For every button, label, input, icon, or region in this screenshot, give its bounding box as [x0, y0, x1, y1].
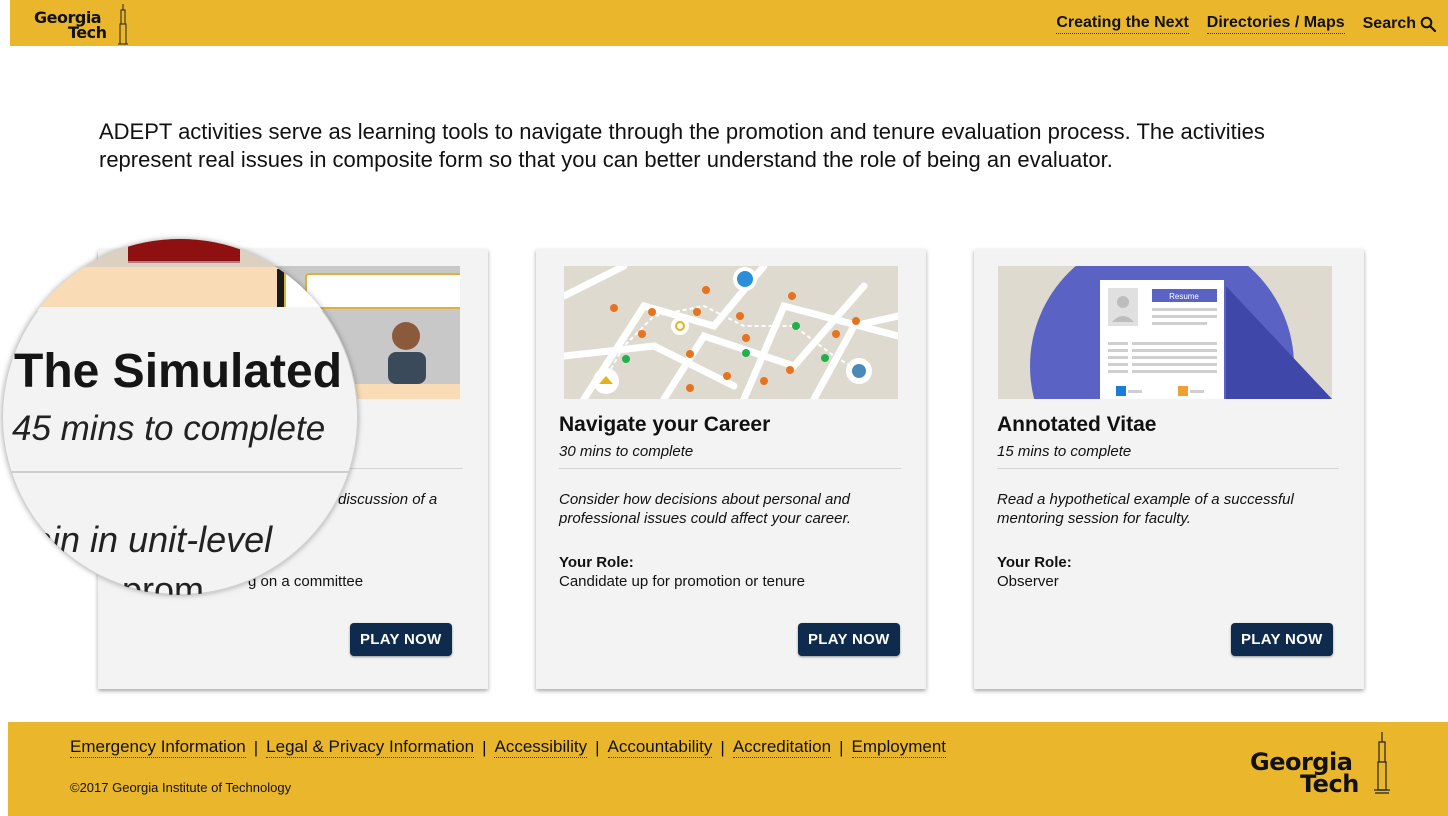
play-now-button-vitae[interactable]: PLAY NOW	[1231, 623, 1333, 656]
georgia-tech-logo[interactable]: Georgia Tech	[32, 4, 142, 46]
footer-georgia-tech-logo[interactable]: Georgia Tech	[1248, 732, 1398, 806]
magnified-card-time: 45 mins to complete	[12, 409, 326, 448]
footer-link-legal-privacy[interactable]: Legal & Privacy Information	[266, 737, 475, 758]
play-now-button-simulated[interactable]: PLAY NOW	[350, 623, 452, 656]
card-title-vitae: Annotated Vitae	[997, 413, 1157, 436]
card-image-navigate	[564, 266, 898, 399]
magnifier-lens: The Simulated 45 mins to complete ain in…	[2, 239, 358, 595]
career-map-illustration	[564, 266, 898, 399]
header-nav: Creating the Next Directories / Maps Sea…	[1056, 13, 1436, 34]
footer-link-employment[interactable]: Employment	[851, 737, 946, 758]
magnified-card-title: The Simulated	[14, 345, 343, 398]
card-description-navigate: Consider how decisions about personal an…	[559, 491, 852, 527]
footer-link-accessibility[interactable]: Accessibility	[494, 737, 588, 758]
footer-separator: |	[720, 737, 725, 757]
search-button[interactable]: Search	[1363, 15, 1436, 33]
footer-separator: |	[595, 737, 600, 757]
nav-creating-the-next[interactable]: Creating the Next	[1056, 13, 1189, 34]
activity-card-navigate-career: Navigate your Career 30 mins to complete…	[536, 249, 926, 689]
card-divider	[997, 468, 1339, 469]
tech-tower-icon	[118, 4, 128, 45]
footer-separator: |	[839, 737, 844, 757]
footer-links: Emergency Information | Legal & Privacy …	[70, 737, 946, 758]
card-time-navigate: 30 mins to complete	[559, 443, 694, 460]
role-value-navigate: Candidate up for promotion or tenure	[559, 573, 805, 590]
card-description-vitae: Read a hypothetical example of a success…	[997, 491, 1294, 527]
intro-text: ADEPT activities serve as learning tools…	[99, 119, 1265, 172]
logo-line2: Tech	[68, 23, 107, 42]
role-label: Your Role:	[997, 554, 1072, 571]
search-icon	[1420, 16, 1436, 32]
search-label: Search	[1362, 14, 1416, 32]
footer-tech-tower-icon	[1374, 732, 1390, 794]
card-divider	[559, 468, 901, 469]
copyright-text: ©2017 Georgia Institute of Technology	[70, 780, 292, 795]
card-description-fragment: discussion of a	[338, 491, 438, 508]
site-header: Georgia Tech Creating the Next Directori…	[10, 0, 1448, 46]
footer-separator: |	[253, 737, 259, 757]
footer-link-accreditation[interactable]: Accreditation	[732, 737, 832, 758]
site-footer: Emergency Information | Legal & Privacy …	[8, 722, 1448, 816]
footer-separator: |	[482, 737, 487, 757]
resume-illustration: Resume	[998, 266, 1332, 399]
card-time-vitae: 15 mins to complete	[997, 443, 1132, 460]
resume-label: Resume	[1169, 292, 1199, 301]
card-image-vitae: Resume	[998, 266, 1332, 399]
magnified-divider	[2, 471, 358, 473]
magnified-description-fragment: ain in unit-level	[32, 519, 273, 560]
role-label: Your Role:	[559, 554, 634, 571]
nav-directories-maps[interactable]: Directories / Maps	[1206, 13, 1345, 34]
footer-logo-line2: Tech	[1300, 770, 1359, 798]
play-now-button-navigate[interactable]: PLAY NOW	[798, 623, 900, 656]
magnified-role-fragment: prom	[122, 569, 205, 595]
role-value-vitae: Observer	[997, 573, 1059, 590]
footer-link-accountability[interactable]: Accountability	[607, 737, 713, 758]
footer-link-emergency[interactable]: Emergency Information	[70, 737, 246, 758]
card-title-navigate: Navigate your Career	[559, 413, 771, 436]
activity-card-annotated-vitae: Resume Annotated Vitae 15 mins to comple…	[974, 249, 1364, 689]
